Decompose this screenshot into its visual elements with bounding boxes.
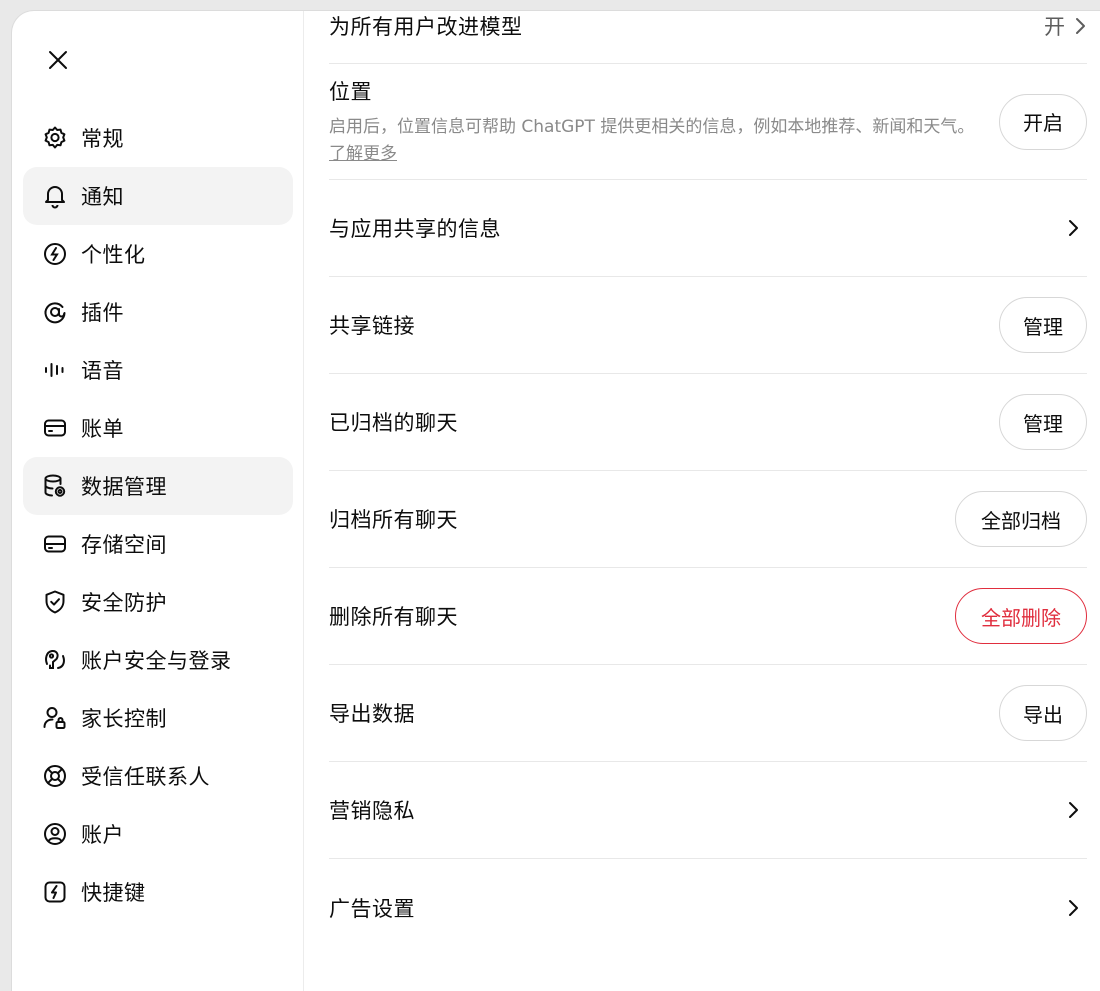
archive-all-title: 归档所有聊天 — [329, 508, 458, 532]
plugin-icon — [41, 298, 69, 326]
sidebar-item-account[interactable]: 账户 — [23, 805, 293, 863]
app-sharing-title: 与应用共享的信息 — [329, 217, 501, 241]
sidebar-item-shortcuts[interactable]: 快捷键 — [23, 863, 293, 921]
sidebar-item-billing[interactable]: 账单 — [23, 399, 293, 457]
settings-modal: 常规 通知 个性化 插件 语音 账单 数据管理 存储空间 安全防护 账户安全与登… — [12, 11, 1100, 991]
sidebar-item-voice[interactable]: 语音 — [23, 341, 293, 399]
delete-all-button[interactable]: 全部删除 — [955, 588, 1087, 644]
close-button[interactable] — [42, 44, 74, 76]
key-icon — [41, 646, 69, 674]
settings-nav: 常规 通知 个性化 插件 语音 账单 数据管理 存储空间 安全防护 账户安全与登… — [23, 109, 293, 921]
sidebar-item-label: 账单 — [81, 417, 124, 441]
waveform-icon — [41, 356, 69, 384]
archived-chats-row: 已归档的聊天 管理 — [329, 374, 1087, 471]
sidebar-item-plugins[interactable]: 插件 — [23, 283, 293, 341]
location-title: 位置 — [329, 79, 372, 104]
user-circle-icon — [41, 820, 69, 848]
card-icon — [41, 414, 69, 442]
sidebar-item-notifications[interactable]: 通知 — [23, 167, 293, 225]
chevron-right-icon — [1076, 18, 1085, 34]
storage-icon — [41, 530, 69, 558]
improve-model-status: 开 — [1044, 15, 1065, 39]
ad-settings-row[interactable]: 广告设置 — [329, 859, 1087, 956]
archive-all-button[interactable]: 全部归档 — [955, 491, 1087, 547]
location-description: 启用后，位置信息可帮助 ChatGPT 提供更相关的信息，例如本地推荐、新闻和天… — [329, 116, 975, 164]
location-enable-button[interactable]: 开启 — [999, 93, 1087, 150]
export-data-title: 导出数据 — [329, 702, 415, 726]
sidebar-item-label: 账户 — [81, 823, 124, 847]
sidebar-item-trusted-contacts[interactable]: 受信任联系人 — [23, 747, 293, 805]
sidebar-item-label: 数据管理 — [81, 475, 167, 499]
bell-icon — [41, 182, 69, 210]
lifebuoy-icon — [41, 762, 69, 790]
manage-archived-chats-button[interactable]: 管理 — [999, 394, 1087, 450]
sidebar-item-label: 通知 — [81, 185, 124, 209]
sidebar-item-label: 插件 — [81, 301, 124, 325]
sidebar-item-personalization[interactable]: 个性化 — [23, 225, 293, 283]
sidebar-item-parental-controls[interactable]: 家长控制 — [23, 689, 293, 747]
delete-all-title: 删除所有聊天 — [329, 605, 458, 629]
close-icon — [49, 51, 67, 69]
settings-sidebar: 常规 通知 个性化 插件 语音 账单 数据管理 存储空间 安全防护 账户安全与登… — [12, 11, 304, 991]
learn-more-link[interactable]: 了解更多 — [329, 144, 397, 164]
sidebar-item-storage[interactable]: 存储空间 — [23, 515, 293, 573]
sidebar-item-security[interactable]: 安全防护 — [23, 573, 293, 631]
manage-shared-links-button[interactable]: 管理 — [999, 297, 1087, 353]
gear-icon — [41, 124, 69, 152]
database-gear-icon — [41, 472, 69, 500]
data-controls-panel: 为所有用户改进模型 开 位置 启用后，位置信息可帮助 ChatGPT 提供更相关… — [329, 11, 1089, 991]
chevron-right-icon[interactable] — [1061, 798, 1085, 822]
export-data-row: 导出数据 导出 — [329, 665, 1087, 762]
improve-model-title: 为所有用户改进模型 — [329, 15, 523, 39]
personalize-icon — [41, 240, 69, 268]
parent-lock-icon — [41, 704, 69, 732]
bolt-icon — [41, 878, 69, 906]
shared-links-title: 共享链接 — [329, 314, 415, 338]
improve-model-row[interactable]: 为所有用户改进模型 开 — [329, 11, 1087, 64]
ad-settings-title: 广告设置 — [329, 896, 415, 921]
delete-all-row: 删除所有聊天 全部删除 — [329, 568, 1087, 665]
sidebar-item-general[interactable]: 常规 — [23, 109, 293, 167]
sidebar-item-label: 快捷键 — [81, 881, 146, 905]
sidebar-item-label: 存储空间 — [81, 533, 167, 557]
sidebar-item-label: 家长控制 — [81, 707, 167, 731]
location-text: 位置 启用后，位置信息可帮助 ChatGPT 提供更相关的信息，例如本地推荐、新… — [329, 76, 979, 168]
sidebar-item-account-security[interactable]: 账户安全与登录 — [23, 631, 293, 689]
improve-model-value[interactable]: 开 — [1044, 11, 1087, 41]
sidebar-item-label: 常规 — [81, 127, 124, 151]
sidebar-item-label: 个性化 — [81, 243, 146, 267]
chevron-right-icon[interactable] — [1061, 216, 1085, 240]
location-row: 位置 启用后，位置信息可帮助 ChatGPT 提供更相关的信息，例如本地推荐、新… — [329, 64, 1087, 180]
sidebar-item-label: 账户安全与登录 — [81, 649, 232, 673]
shared-links-row: 共享链接 管理 — [329, 277, 1087, 374]
archived-chats-title: 已归档的聊天 — [329, 411, 458, 435]
shield-icon — [41, 588, 69, 616]
archive-all-row: 归档所有聊天 全部归档 — [329, 471, 1087, 568]
chevron-right-icon[interactable] — [1061, 896, 1085, 920]
sidebar-item-label: 安全防护 — [81, 591, 167, 615]
marketing-privacy-row[interactable]: 营销隐私 — [329, 762, 1087, 859]
sidebar-item-label: 语音 — [81, 359, 124, 383]
sidebar-item-data-controls[interactable]: 数据管理 — [23, 457, 293, 515]
sidebar-item-label: 受信任联系人 — [81, 765, 210, 789]
app-sharing-row[interactable]: 与应用共享的信息 — [329, 180, 1087, 277]
marketing-privacy-title: 营销隐私 — [329, 799, 415, 823]
export-button[interactable]: 导出 — [999, 685, 1087, 741]
